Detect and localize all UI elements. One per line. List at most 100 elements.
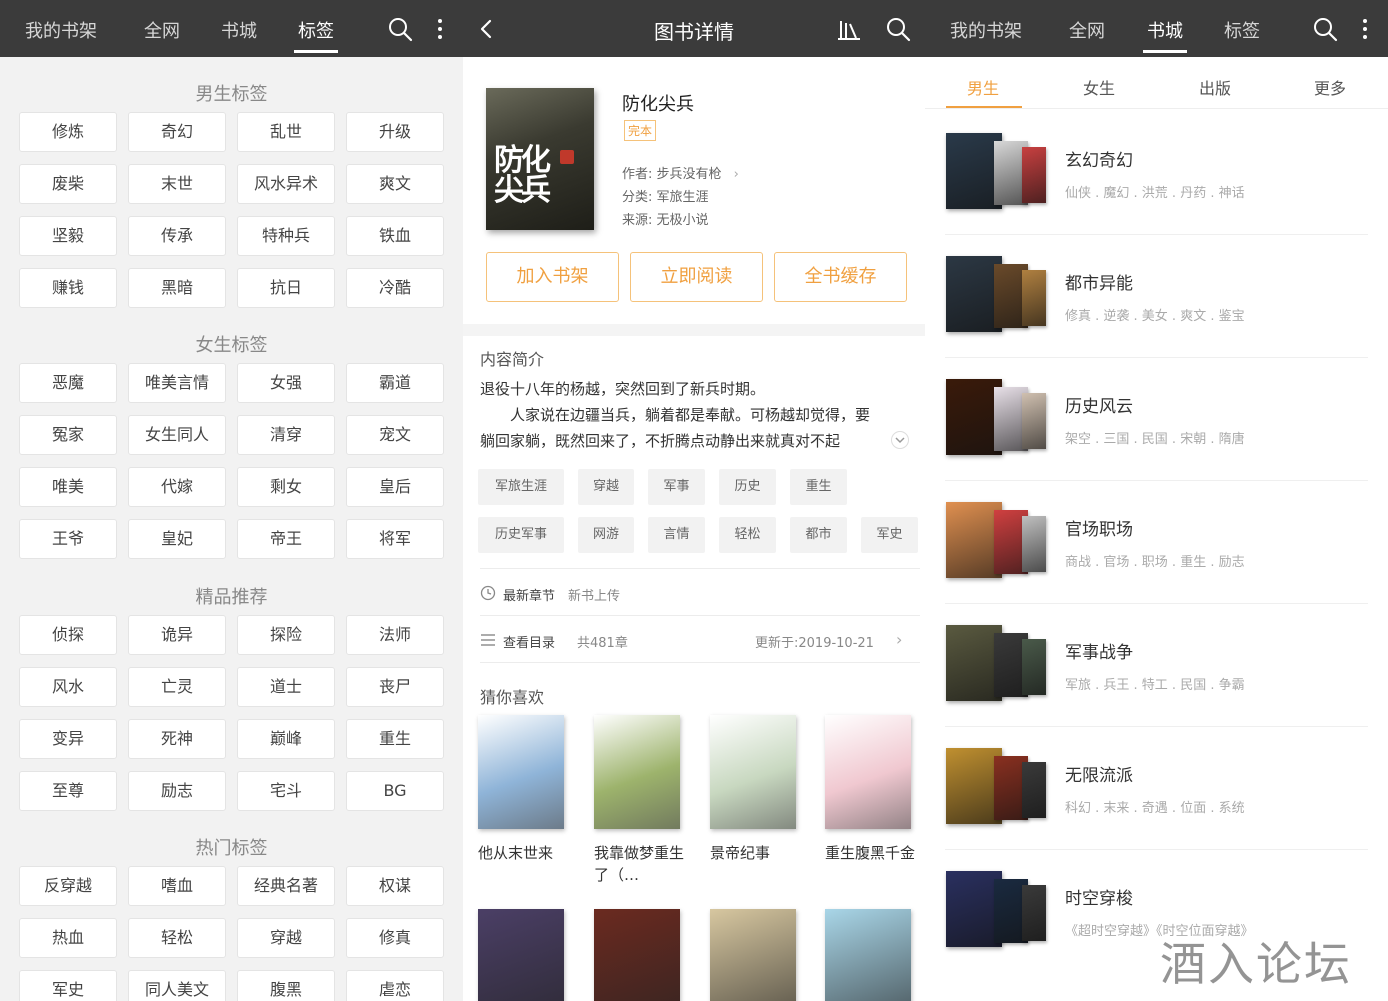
expand-chevron-icon[interactable]	[890, 430, 910, 450]
subtab-more[interactable]: 更多	[1314, 75, 1346, 99]
tag-button[interactable]: 至尊	[19, 771, 117, 811]
tab-bookshelf[interactable]: 我的书架	[950, 17, 1022, 43]
tag-button[interactable]: 皇后	[346, 467, 444, 507]
tag-button[interactable]: 女强	[237, 363, 335, 403]
tag-button[interactable]: 女生同人	[128, 415, 226, 455]
book-tag[interactable]: 轻松	[719, 517, 776, 553]
search-icon[interactable]	[386, 15, 414, 43]
tag-button[interactable]: 抗日	[237, 268, 335, 308]
tag-button[interactable]: 修真	[346, 918, 444, 958]
tab-all-web[interactable]: 全网	[1069, 17, 1105, 43]
tag-button[interactable]: 巅峰	[237, 719, 335, 759]
book-tag[interactable]: 军事	[648, 469, 705, 505]
tag-button[interactable]: 宠文	[346, 415, 444, 455]
book-tag[interactable]: 历史	[719, 469, 776, 505]
add-to-shelf-button[interactable]: 加入书架	[486, 252, 619, 302]
tag-button[interactable]: 修炼	[19, 112, 117, 152]
subtab-male[interactable]: 男生	[967, 75, 999, 99]
subtab-female[interactable]: 女生	[1083, 75, 1115, 99]
tag-button[interactable]: 升级	[346, 112, 444, 152]
tag-button[interactable]: 权谋	[346, 866, 444, 906]
tag-button[interactable]: 恶魔	[19, 363, 117, 403]
tab-bookstore[interactable]: 书城	[1143, 17, 1187, 53]
tag-button[interactable]: 冷酷	[346, 268, 444, 308]
tag-button[interactable]: 穿越	[237, 918, 335, 958]
book-tag[interactable]: 重生	[790, 469, 847, 505]
tag-button[interactable]: 同人美文	[128, 970, 226, 1001]
tag-button[interactable]: 风水异术	[237, 164, 335, 204]
tag-button[interactable]: 清穿	[237, 415, 335, 455]
author-link[interactable]: 作者: 步兵没有枪 ›	[622, 163, 739, 182]
tag-button[interactable]: 代嫁	[128, 467, 226, 507]
book-tag[interactable]: 言情	[648, 517, 705, 553]
search-icon[interactable]	[884, 15, 912, 43]
tag-button[interactable]: 宅斗	[237, 771, 335, 811]
cache-all-button[interactable]: 全书缓存	[774, 252, 907, 302]
clock-icon	[480, 585, 496, 601]
tag-button[interactable]: 剩女	[237, 467, 335, 507]
tag-button[interactable]: 传承	[128, 216, 226, 256]
tag-button[interactable]: 奇幻	[128, 112, 226, 152]
book-cover[interactable]	[710, 909, 796, 1001]
book-tag[interactable]: 军史	[861, 517, 918, 553]
book-tag[interactable]: 网游	[578, 517, 634, 553]
subtab-publish[interactable]: 出版	[1199, 75, 1231, 99]
book-cover[interactable]	[594, 909, 680, 1001]
book-cover[interactable]	[825, 909, 911, 1001]
book-tag[interactable]: 都市	[790, 517, 847, 553]
tab-bookshelf[interactable]: 我的书架	[25, 17, 97, 43]
tab-bookstore[interactable]: 书城	[221, 17, 257, 43]
tag-button[interactable]: 唯美	[19, 467, 117, 507]
search-icon[interactable]	[1311, 15, 1339, 43]
tag-button[interactable]: 皇妃	[128, 519, 226, 559]
tag-button[interactable]: 霸道	[346, 363, 444, 403]
tag-button[interactable]: 爽文	[346, 164, 444, 204]
tag-button[interactable]: 轻松	[128, 918, 226, 958]
tag-button[interactable]: 侦探	[19, 615, 117, 655]
book-cover[interactable]	[478, 909, 564, 1001]
book-tag[interactable]: 军旅生涯	[478, 469, 564, 505]
tag-button[interactable]: 铁血	[346, 216, 444, 256]
tag-button[interactable]: 特种兵	[237, 216, 335, 256]
tag-button[interactable]: 重生	[346, 719, 444, 759]
tag-button[interactable]: 废柴	[19, 164, 117, 204]
tag-button[interactable]: 黑暗	[128, 268, 226, 308]
tag-button[interactable]: 将军	[346, 519, 444, 559]
tag-button[interactable]: 冤家	[19, 415, 117, 455]
tag-button[interactable]: 风水	[19, 667, 117, 707]
tag-button[interactable]: 王爷	[19, 519, 117, 559]
tag-button[interactable]: 诡异	[128, 615, 226, 655]
tag-button[interactable]: 帝王	[237, 519, 335, 559]
tag-button[interactable]: 热血	[19, 918, 117, 958]
tag-button[interactable]: 经典名著	[237, 866, 335, 906]
tag-button[interactable]: 励志	[128, 771, 226, 811]
tag-button[interactable]: 乱世	[237, 112, 335, 152]
more-vertical-icon[interactable]	[426, 15, 454, 43]
latest-chapter-value[interactable]: 新书上传	[568, 585, 620, 604]
tag-button[interactable]: 唯美言情	[128, 363, 226, 403]
tag-button[interactable]: 道士	[237, 667, 335, 707]
tag-button[interactable]: 反穿越	[19, 866, 117, 906]
tag-button[interactable]: 腹黑	[237, 970, 335, 1001]
tag-button[interactable]: 虐恋	[346, 970, 444, 1001]
library-icon[interactable]	[835, 15, 863, 43]
tab-tags[interactable]: 标签	[294, 17, 338, 53]
tag-button[interactable]: 军史	[19, 970, 117, 1001]
tag-button[interactable]: 坚毅	[19, 216, 117, 256]
tag-button[interactable]: BG	[346, 771, 444, 811]
tag-button[interactable]: 嗜血	[128, 866, 226, 906]
tag-button[interactable]: 末世	[128, 164, 226, 204]
tag-button[interactable]: 赚钱	[19, 268, 117, 308]
tag-button[interactable]: 探险	[237, 615, 335, 655]
tag-button[interactable]: 丧尸	[346, 667, 444, 707]
tag-button[interactable]: 死神	[128, 719, 226, 759]
tab-all-web[interactable]: 全网	[144, 17, 180, 43]
tag-button[interactable]: 法师	[346, 615, 444, 655]
tab-tags[interactable]: 标签	[1224, 17, 1260, 43]
more-vertical-icon[interactable]	[1351, 15, 1379, 43]
tag-button[interactable]: 亡灵	[128, 667, 226, 707]
book-tag[interactable]: 穿越	[578, 469, 634, 505]
book-tag[interactable]: 历史军事	[478, 517, 564, 553]
tag-button[interactable]: 变异	[19, 719, 117, 759]
read-now-button[interactable]: 立即阅读	[630, 252, 763, 302]
